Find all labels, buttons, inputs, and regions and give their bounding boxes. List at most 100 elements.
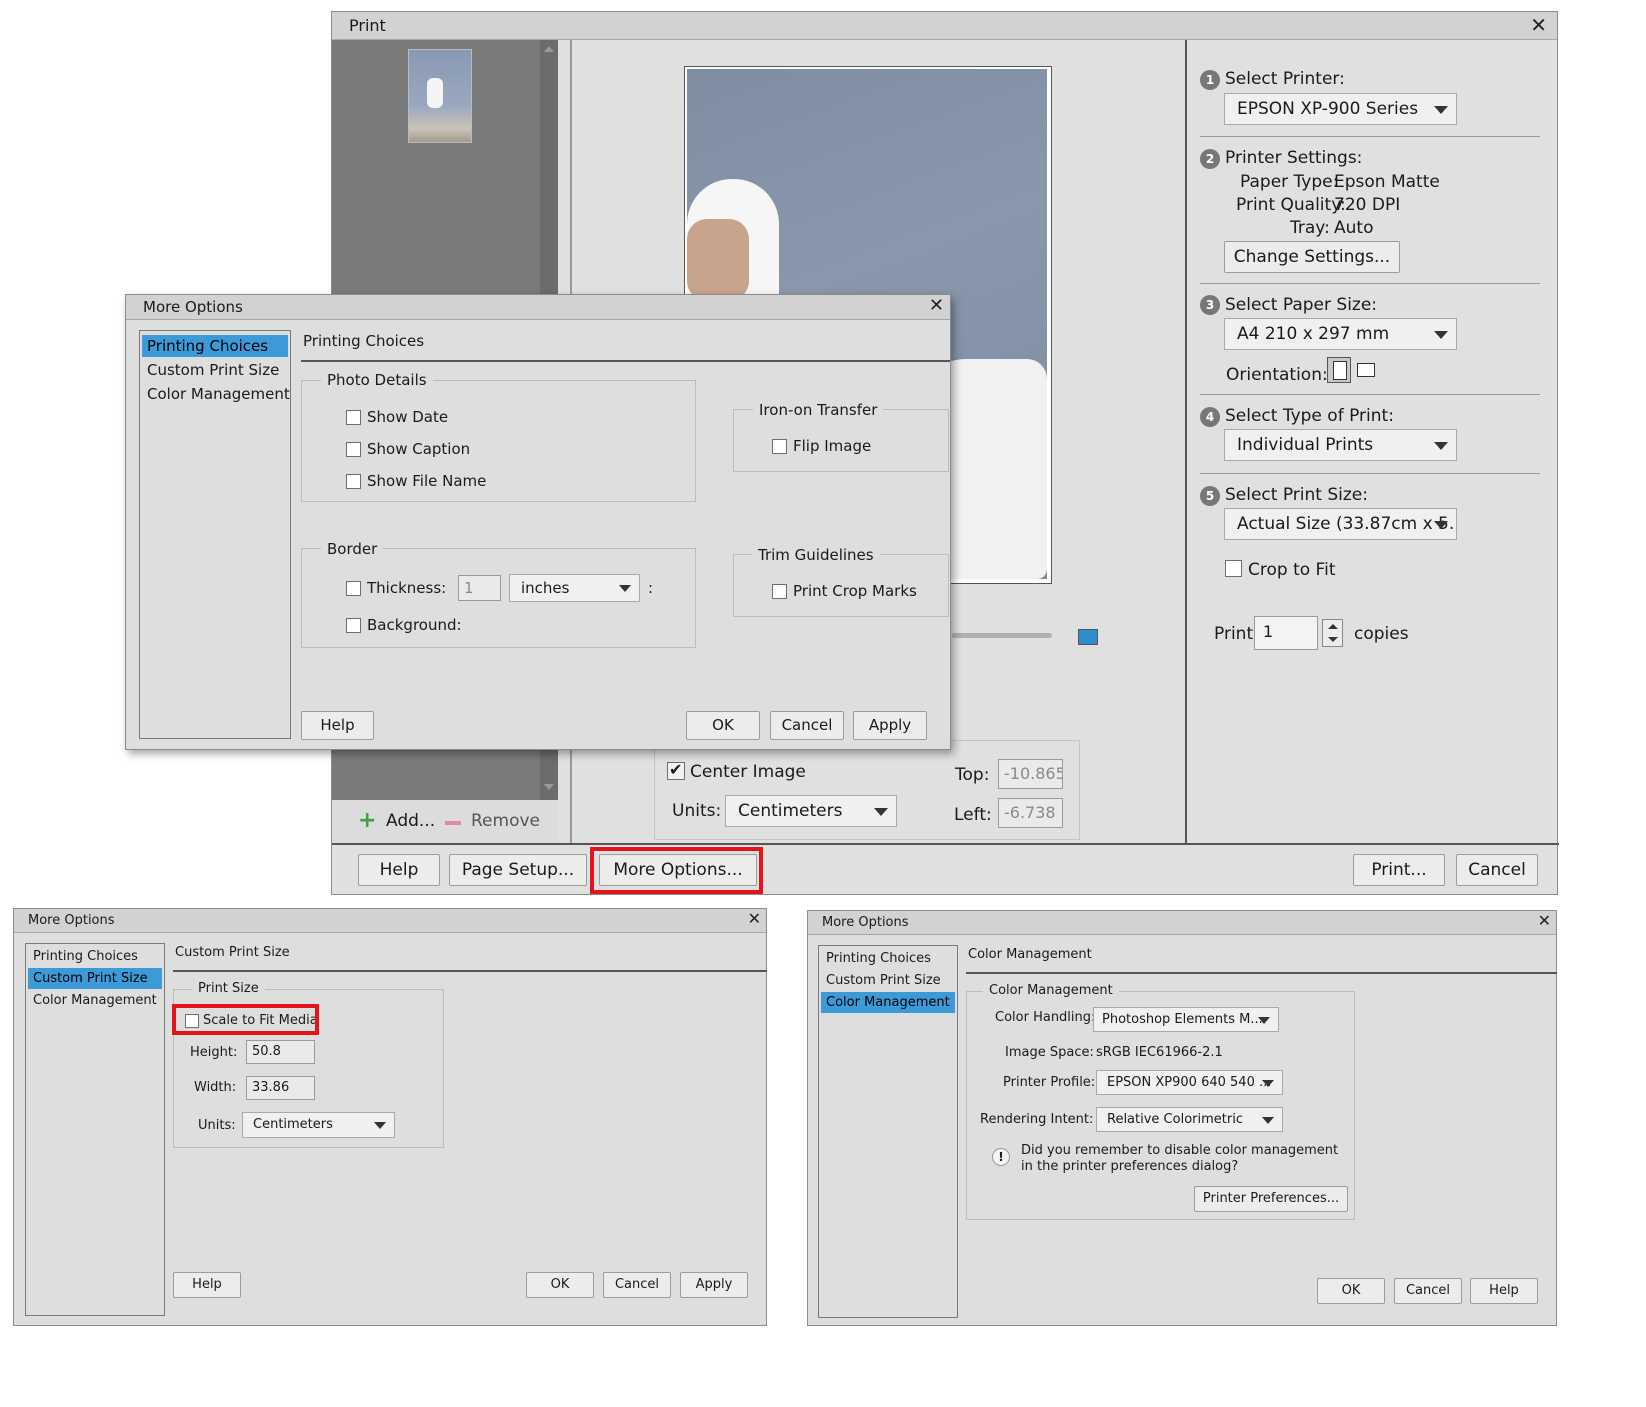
width-input[interactable]: 33.86	[246, 1076, 315, 1100]
ok-button[interactable]: OK	[1317, 1278, 1385, 1304]
center-image-checkbox[interactable]: ✔	[667, 760, 685, 780]
landscape-orientation-icon[interactable]	[1356, 361, 1376, 379]
color-management-legend: Color Management	[983, 983, 1119, 998]
scroll-down-icon[interactable]	[544, 784, 554, 790]
separator	[1200, 283, 1540, 284]
close-icon[interactable]: ✕	[1530, 13, 1547, 37]
copies-stepper[interactable]	[1322, 619, 1343, 647]
sidebar-item-printing-choices[interactable]: Printing Choices	[821, 948, 955, 969]
border-unit-select[interactable]: inches	[509, 574, 640, 602]
image-space-value: sRGB IEC61966-2.1	[1096, 1045, 1223, 1060]
close-icon[interactable]: ✕	[1538, 911, 1551, 930]
close-icon[interactable]: ✕	[748, 909, 761, 928]
cancel-button[interactable]: Cancel	[770, 711, 844, 740]
color-handling-select[interactable]: Photoshop Elements M...	[1093, 1007, 1279, 1032]
more-options-dialog: More Options ✕ Printing Choices Custom P…	[125, 294, 951, 750]
sidebar-item-color-management[interactable]: Color Management	[142, 383, 290, 405]
help-button[interactable]: Help	[1470, 1278, 1538, 1304]
help-button[interactable]: Help	[358, 854, 440, 886]
cancel-button[interactable]: Cancel	[1456, 854, 1538, 886]
printer-profile-select[interactable]: EPSON XP900 640 540 ...	[1096, 1070, 1283, 1095]
thickness-checkbox[interactable]	[346, 581, 361, 596]
print-type-select[interactable]: Individual Prints	[1224, 429, 1457, 461]
help-button[interactable]: Help	[173, 1272, 241, 1298]
sidebar-item-color-management[interactable]: Color Management	[28, 990, 162, 1011]
zoom-slider[interactable]	[952, 633, 1052, 638]
show-date-checkbox[interactable]	[346, 410, 361, 425]
apply-button[interactable]: Apply	[680, 1272, 748, 1298]
heading-divider	[173, 970, 767, 972]
print-size-legend: Print Size	[192, 981, 265, 996]
close-icon[interactable]: ✕	[929, 295, 944, 316]
help-button[interactable]: Help	[301, 711, 374, 740]
heading-divider	[301, 360, 950, 362]
scroll-up-icon[interactable]	[544, 46, 554, 52]
height-input[interactable]: 50.8	[246, 1040, 315, 1064]
background-label: Background:	[367, 616, 462, 634]
paper-type-label: Paper Type:	[1240, 172, 1339, 192]
paper-size-select[interactable]: A4 210 x 297 mm	[1224, 318, 1457, 350]
background-checkbox[interactable]	[346, 618, 361, 633]
options-sidebar: Printing Choices Custom Print Size Color…	[818, 945, 958, 1318]
bottom-bar-divider	[332, 843, 1559, 845]
select-printer-label: Select Printer:	[1225, 69, 1345, 89]
plus-icon[interactable]: +	[358, 808, 376, 833]
add-label[interactable]: Add...	[386, 811, 435, 831]
left-input[interactable]: -6.738	[998, 798, 1063, 828]
ok-button[interactable]: OK	[686, 711, 760, 740]
photo-thumbnail[interactable]	[408, 49, 472, 143]
units-label: Units:	[198, 1118, 236, 1133]
custom-print-size-dialog: More Options ✕ Printing Choices Custom P…	[13, 908, 767, 1326]
crop-to-fit-checkbox[interactable]	[1225, 560, 1242, 577]
units-select[interactable]: Centimeters	[725, 795, 897, 827]
top-label: Top:	[955, 765, 990, 785]
show-caption-checkbox[interactable]	[346, 442, 361, 457]
stepper-up-icon[interactable]	[1328, 624, 1338, 629]
print-quality-value: 720 DPI	[1334, 195, 1401, 215]
photo-details-legend: Photo Details	[321, 371, 433, 389]
print-size-select[interactable]: Actual Size (33.87cm x 5...	[1224, 508, 1457, 540]
settings-divider	[1185, 40, 1187, 844]
color-management-dialog: More Options ✕ Printing Choices Custom P…	[807, 910, 1557, 1326]
printer-preferences-button[interactable]: Printer Preferences...	[1194, 1186, 1348, 1212]
print-crop-marks-checkbox[interactable]	[772, 584, 787, 599]
copies-input[interactable]: 1	[1254, 616, 1318, 650]
sidebar-item-printing-choices[interactable]: Printing Choices	[142, 335, 288, 357]
sidebar-item-custom-print-size[interactable]: Custom Print Size	[28, 968, 162, 989]
step-4-icon: 4	[1200, 407, 1220, 427]
rendering-intent-select[interactable]: Relative Colorimetric	[1096, 1107, 1283, 1132]
apply-button[interactable]: Apply	[853, 711, 927, 740]
options-sidebar: Printing Choices Custom Print Size Color…	[139, 330, 291, 739]
sidebar-item-color-management[interactable]: Color Management	[821, 992, 955, 1013]
ok-button[interactable]: OK	[526, 1272, 594, 1298]
sidebar-item-custom-print-size[interactable]: Custom Print Size	[821, 970, 955, 991]
show-file-name-label: Show File Name	[367, 472, 487, 490]
width-label: Width:	[194, 1080, 237, 1095]
stepper-down-icon[interactable]	[1328, 637, 1338, 642]
iron-on-legend: Iron-on Transfer	[753, 401, 884, 419]
cancel-button[interactable]: Cancel	[1394, 1278, 1462, 1304]
cancel-button[interactable]: Cancel	[603, 1272, 671, 1298]
custom-size-title: More Options	[28, 913, 115, 928]
minus-icon[interactable]	[445, 821, 461, 825]
change-settings-button[interactable]: Change Settings...	[1224, 241, 1400, 273]
sidebar-item-custom-print-size[interactable]: Custom Print Size	[142, 359, 288, 381]
custom-size-titlebar: More Options ✕	[14, 909, 766, 933]
top-input[interactable]: -10.865	[998, 759, 1063, 789]
crop-to-fit-label: Crop to Fit	[1248, 560, 1336, 580]
show-file-name-checkbox[interactable]	[346, 474, 361, 489]
check-icon: ✔	[669, 760, 683, 779]
portrait-orientation-icon[interactable]	[1327, 357, 1351, 383]
thickness-input[interactable]: 1	[458, 575, 501, 601]
zoom-large-icon[interactable]	[1078, 629, 1098, 645]
printer-select[interactable]: EPSON XP-900 Series	[1224, 93, 1457, 125]
page-setup-button[interactable]: Page Setup...	[449, 854, 587, 886]
remove-label[interactable]: Remove	[471, 811, 540, 831]
flip-image-checkbox[interactable]	[772, 439, 787, 454]
options-sidebar: Printing Choices Custom Print Size Color…	[25, 943, 165, 1316]
left-label: Left:	[954, 805, 992, 825]
tray-label: Tray:	[1290, 218, 1330, 238]
units-select[interactable]: Centimeters	[242, 1112, 395, 1138]
sidebar-item-printing-choices[interactable]: Printing Choices	[28, 946, 162, 967]
print-button[interactable]: Print...	[1353, 854, 1445, 886]
